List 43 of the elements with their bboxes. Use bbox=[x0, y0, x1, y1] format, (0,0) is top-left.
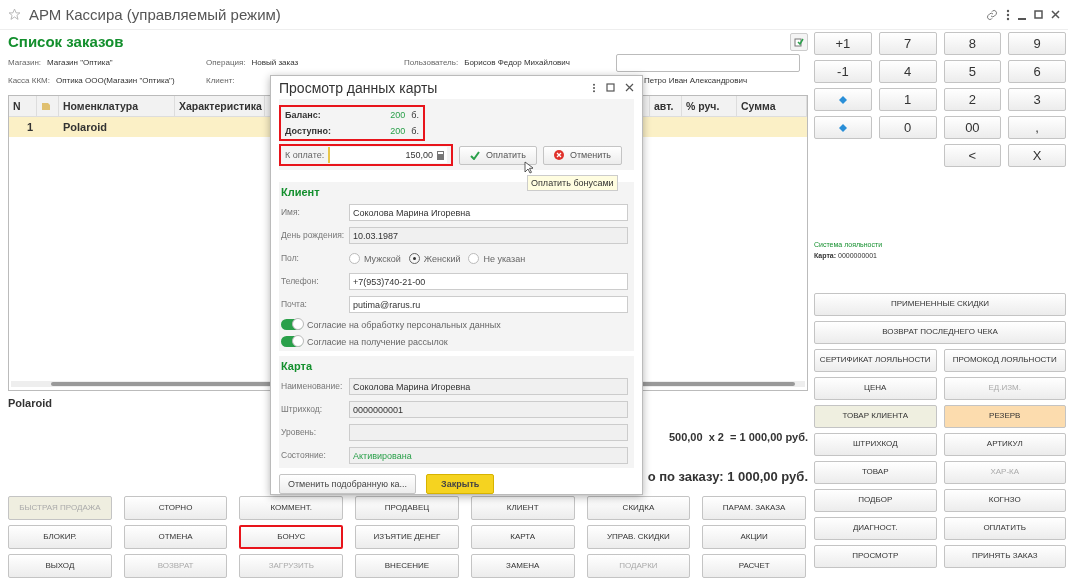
field-label: Телефон: bbox=[281, 276, 320, 287]
radio-label: Не указан bbox=[483, 253, 526, 264]
field-label: Уровень: bbox=[281, 427, 318, 438]
balance-label: Доступно: bbox=[285, 126, 332, 136]
table-cell-text: Polaroid bbox=[62, 119, 108, 135]
info-label: Операция: bbox=[206, 58, 246, 68]
info-value: Петро Иван Александрович bbox=[644, 76, 748, 86]
dialog-title: Просмотр данных карты bbox=[279, 79, 439, 96]
window-title: АРМ Кассира (управляемый режим) bbox=[29, 6, 282, 23]
field-label: День рождения: bbox=[281, 230, 346, 241]
status-field: Активирована bbox=[349, 447, 628, 464]
field-label: Почта: bbox=[281, 299, 308, 310]
balance-unit: б. bbox=[411, 110, 419, 120]
info-value: Борисов Федор Михайлович bbox=[464, 58, 570, 68]
field-label: Пол: bbox=[281, 253, 300, 264]
info-label: Магазин: bbox=[8, 58, 42, 68]
info-label: Касса ККМ: bbox=[8, 76, 50, 86]
order-total: о по заказу: 1 000,00 руб. bbox=[647, 469, 808, 484]
radio-label: Мужской bbox=[364, 253, 401, 264]
info-label: Пользователь: bbox=[404, 58, 459, 68]
field-label: Состояние: bbox=[281, 450, 327, 461]
balance-unit: б. bbox=[411, 126, 419, 136]
field-label: К оплате: bbox=[285, 150, 325, 160]
balance-label: Баланс: bbox=[285, 110, 322, 120]
toggle-label: Согласие на получение рассылок bbox=[307, 336, 448, 347]
info-value: Новый заказ bbox=[251, 58, 299, 68]
item-name: Polaroid bbox=[8, 397, 53, 409]
page-title: Список заказов bbox=[8, 33, 124, 51]
info-value: Оптика ООО(Магазин "Оптика") bbox=[56, 76, 175, 86]
line-total: 500,00 x 2 = 1 000,00 руб. bbox=[668, 431, 808, 443]
tooltip: Оплатить бонусами bbox=[527, 175, 618, 191]
balance-value: 200 bbox=[389, 110, 406, 120]
field-label: Имя: bbox=[281, 207, 301, 218]
balance-value: 200 bbox=[389, 126, 406, 136]
info-label: Клиент: bbox=[206, 76, 235, 86]
info-value: Магазин "Оптика" bbox=[47, 58, 113, 68]
radio-label: Женский bbox=[423, 253, 461, 264]
table-cell-text: 1 bbox=[25, 119, 34, 135]
field-label: Наименование: bbox=[281, 381, 344, 392]
field-label: Штрихкод: bbox=[281, 404, 324, 415]
section-title: Клиент bbox=[281, 186, 321, 198]
toggle-label: Согласие на обработку персональных данных bbox=[307, 319, 501, 330]
section-title: Карта bbox=[281, 360, 314, 372]
